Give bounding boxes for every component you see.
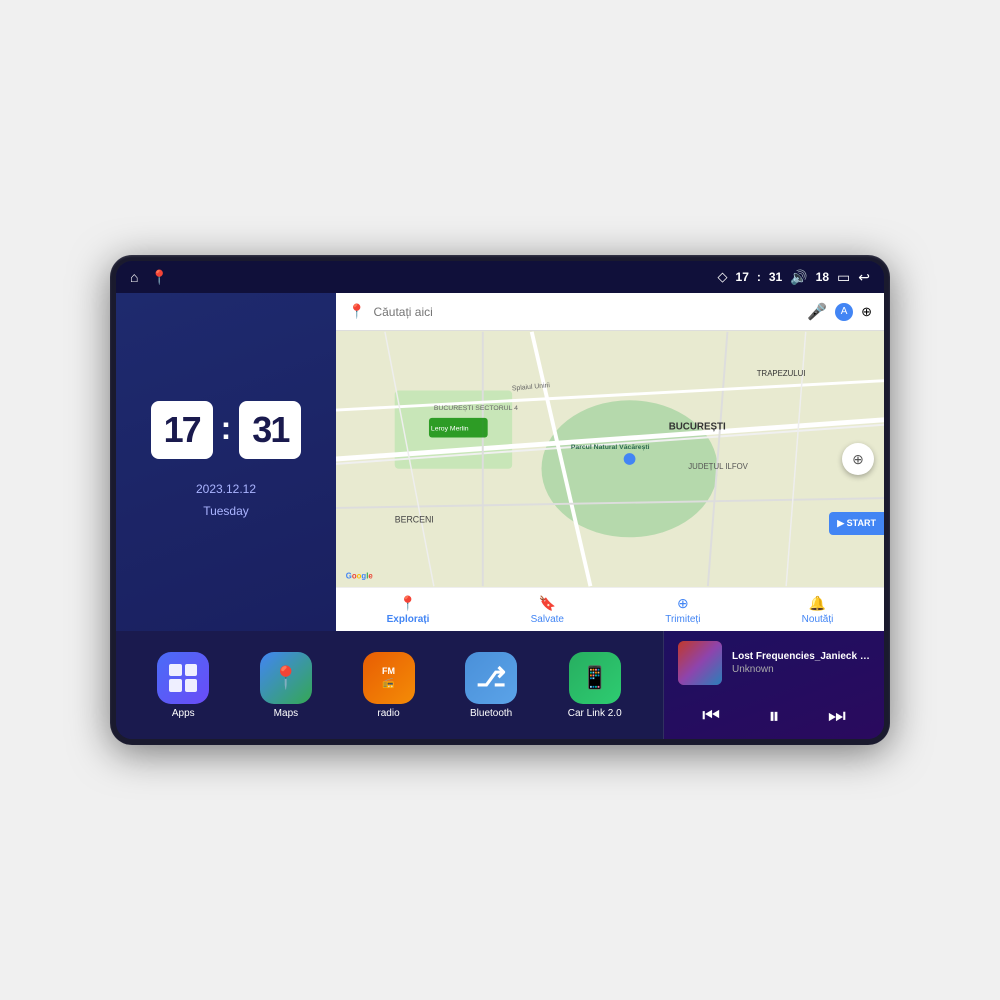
- status-right-area: ◇ 17 : 31 🔊 18 ▭ ↩: [718, 269, 870, 286]
- svg-text:BUCUREȘTI: BUCUREȘTI: [669, 422, 726, 433]
- bluetooth-icon: ⎇: [476, 662, 506, 693]
- carlink-label: Car Link 2.0: [568, 708, 622, 719]
- map-search-input[interactable]: [373, 305, 799, 319]
- gps-signal-icon: ◇: [718, 269, 728, 285]
- status-left-icons: ⌂ 📍: [130, 269, 168, 286]
- back-icon[interactable]: ↩: [858, 269, 870, 286]
- map-search-bar: 📍 🎤 A ⊕: [336, 293, 884, 331]
- radio-label: radio: [377, 708, 399, 719]
- clock-date-value: 2023.12.12: [196, 479, 256, 501]
- music-next-button[interactable]: ⏭: [820, 701, 854, 732]
- clock-display: 17 : 31: [151, 401, 302, 459]
- maps-label: Maps: [274, 708, 298, 719]
- nav-start-button[interactable]: ▶ START: [829, 512, 884, 535]
- location-pin-icon[interactable]: 📍: [150, 269, 167, 286]
- layer-icon[interactable]: ⊕: [861, 304, 872, 320]
- music-play-button[interactable]: ⏸: [760, 699, 787, 733]
- svg-text:TRAPEZULUI: TRAPEZULUI: [757, 369, 806, 378]
- volume-level: 18: [816, 270, 829, 284]
- radio-icon-wrap: FM 📻: [363, 652, 415, 704]
- music-info: Lost Frequencies_Janieck Devy-... Unknow…: [678, 641, 870, 685]
- mic-icon[interactable]: 🎤: [807, 302, 827, 322]
- svg-text:BUCUREȘTI SECTORUL 4: BUCUREȘTI SECTORUL 4: [434, 405, 518, 412]
- app-item-apps[interactable]: Apps: [157, 652, 209, 719]
- music-controls: ⏮ ⏸ ⏭: [678, 695, 870, 737]
- device-screen: ⌂ 📍 ◇ 17 : 31 🔊 18 ▭ ↩ 17: [116, 261, 884, 739]
- svg-text:BERCENI: BERCENI: [395, 515, 434, 525]
- app-item-carlink[interactable]: 📱 Car Link 2.0: [568, 652, 622, 719]
- music-prev-button[interactable]: ⏮: [694, 701, 728, 732]
- apps-label: Apps: [172, 708, 195, 719]
- send-icon: ⊕: [677, 595, 689, 612]
- top-section: 17 : 31 2023.12.12 Tuesday 📍: [116, 293, 884, 631]
- map-locate-button[interactable]: ⊕: [842, 443, 874, 475]
- carlink-icon-wrap: 📱: [569, 652, 621, 704]
- clock-day-value: Tuesday: [196, 501, 256, 523]
- battery-icon: ▭: [837, 269, 850, 286]
- clock-date: 2023.12.12 Tuesday: [196, 479, 256, 522]
- status-colon: :: [757, 270, 761, 284]
- send-label: Trimiteți: [665, 614, 700, 625]
- svg-text:JUDEȚUL ILFOV: JUDEȚUL ILFOV: [688, 462, 748, 471]
- map-nav-explore[interactable]: 📍 Explorați: [387, 595, 430, 625]
- clock-colon-sep: :: [221, 410, 232, 447]
- apps-grid-icon: [169, 664, 197, 692]
- carlink-icon: 📱: [581, 665, 608, 691]
- clock-hours: 17: [151, 401, 213, 459]
- bluetooth-label: Bluetooth: [470, 708, 512, 719]
- clock-panel: 17 : 31 2023.12.12 Tuesday: [116, 293, 336, 631]
- map-pin-icon: 📍: [348, 303, 365, 320]
- status-bar: ⌂ 📍 ◇ 17 : 31 🔊 18 ▭ ↩: [116, 261, 884, 293]
- map-body[interactable]: BUCUREȘTI JUDEȚUL ILFOV TRAPEZULUI BERCE…: [336, 331, 884, 587]
- main-content: 17 : 31 2023.12.12 Tuesday 📍: [116, 293, 884, 739]
- bluetooth-icon-wrap: ⎇: [465, 652, 517, 704]
- user-avatar[interactable]: A: [835, 303, 853, 321]
- apps-section: Apps 📍 Maps FM 📻: [116, 631, 663, 739]
- radio-icon: 📻: [382, 678, 394, 689]
- maps-icon: 📍: [272, 665, 299, 691]
- saved-icon: 🔖: [539, 595, 556, 612]
- music-panel: Lost Frequencies_Janieck Devy-... Unknow…: [664, 631, 884, 739]
- news-label: Noutăți: [802, 614, 834, 625]
- map-nav-news[interactable]: 🔔 Noutăți: [802, 595, 834, 625]
- music-thumb-image: [678, 641, 722, 685]
- maps-icon-wrap: 📍: [260, 652, 312, 704]
- volume-icon: 🔊: [790, 269, 807, 286]
- clock-minutes: 31: [239, 401, 301, 459]
- apps-icon: [157, 652, 209, 704]
- map-nav-bar: 📍 Explorați 🔖 Salvate ⊕ Trimiteți 🔔: [336, 587, 884, 631]
- music-thumbnail: [678, 641, 722, 685]
- news-icon: 🔔: [809, 595, 826, 612]
- music-text: Lost Frequencies_Janieck Devy-... Unknow…: [732, 651, 870, 675]
- map-panel: 📍 🎤 A ⊕: [336, 293, 884, 631]
- app-item-radio[interactable]: FM 📻 radio: [363, 652, 415, 719]
- app-item-bluetooth[interactable]: ⎇ Bluetooth: [465, 652, 517, 719]
- home-icon[interactable]: ⌂: [130, 269, 138, 285]
- map-nav-saved[interactable]: 🔖 Salvate: [531, 595, 564, 625]
- svg-text:Google: Google: [346, 571, 374, 580]
- saved-label: Salvate: [531, 614, 564, 625]
- app-item-maps[interactable]: 📍 Maps: [260, 652, 312, 719]
- map-nav-send[interactable]: ⊕ Trimiteți: [665, 595, 700, 625]
- bottom-section: Apps 📍 Maps FM 📻: [116, 631, 884, 739]
- map-search-icons: 🎤 A ⊕: [807, 302, 872, 322]
- svg-text:Parcul Natural Văcărești: Parcul Natural Văcărești: [571, 444, 650, 451]
- status-time: 17: [736, 270, 749, 284]
- status-minutes: 31: [769, 270, 782, 284]
- music-artist: Unknown: [732, 664, 870, 675]
- music-title: Lost Frequencies_Janieck Devy-...: [732, 651, 870, 662]
- svg-text:Leroy Merlin: Leroy Merlin: [431, 426, 469, 433]
- explore-icon: 📍: [399, 595, 416, 612]
- device-frame: ⌂ 📍 ◇ 17 : 31 🔊 18 ▭ ↩ 17: [110, 255, 890, 745]
- radio-fm-label: FM: [382, 666, 395, 676]
- explore-label: Explorați: [387, 614, 430, 625]
